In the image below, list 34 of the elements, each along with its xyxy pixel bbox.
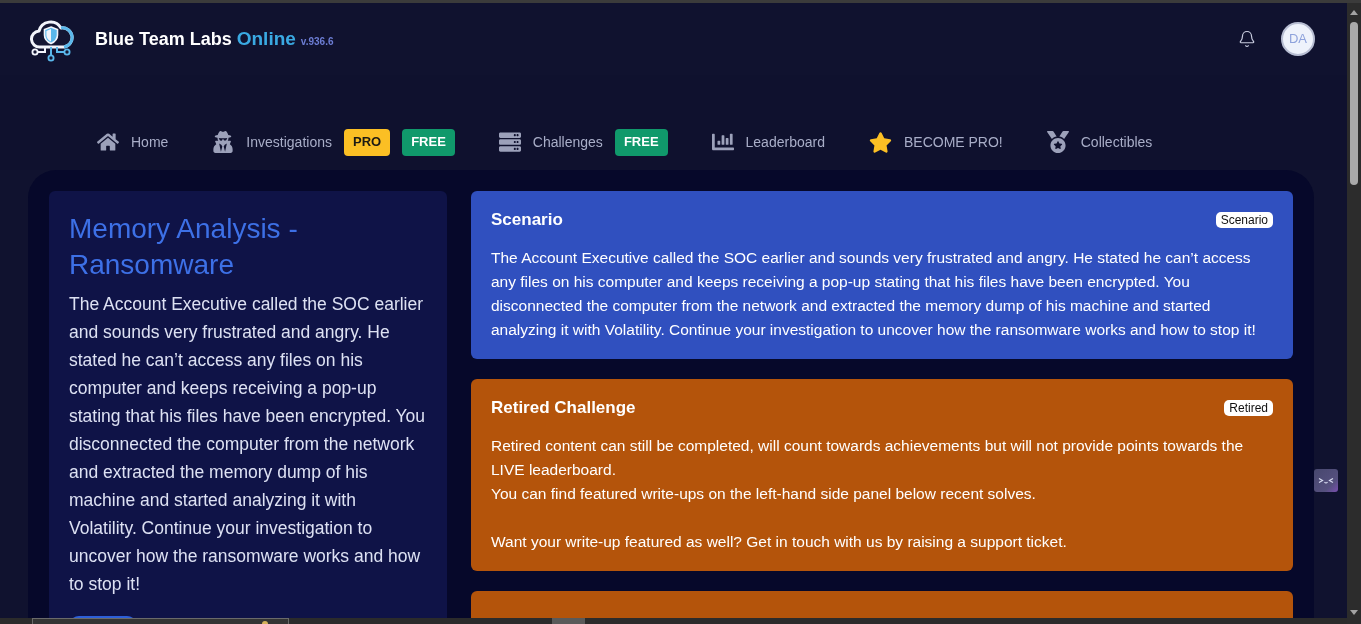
nav-link[interactable]: Home <box>97 131 169 153</box>
notifications-icon[interactable] <box>1238 30 1256 48</box>
version-label: v.936.6 <box>300 34 334 49</box>
nav-link[interactable]: Collectibles <box>1046 131 1153 153</box>
chat-widget-icon[interactable] <box>1314 469 1338 492</box>
nav-link[interactable]: Investigations <box>212 131 332 153</box>
card-tag: Retired <box>1224 400 1273 416</box>
tier-badge: PRO <box>343 128 391 156</box>
nav-link[interactable]: BECOME PRO! <box>868 130 1003 154</box>
medal-icon <box>1046 131 1069 153</box>
challenge-title: Memory Analysis - Ransomware <box>69 212 299 282</box>
home-icon <box>97 131 119 153</box>
scroll-up-icon[interactable] <box>1350 10 1358 15</box>
detective-icon <box>212 131 235 153</box>
scroll-down-icon[interactable] <box>1350 610 1358 615</box>
nav-link[interactable]: Challenges <box>498 131 603 153</box>
nav-link[interactable]: Leaderboard <box>711 131 825 153</box>
bar-chart-icon <box>711 131 734 153</box>
tier-badge: FREE <box>614 128 668 156</box>
server-icon <box>498 131 521 153</box>
tier-badge: FREE <box>402 128 455 156</box>
site-title: Blue Team Labs <box>95 27 232 51</box>
card-text: The Account Executive called the SOC earlier and sounds very frustrated and angry. He stated he can’t access any files on his computer and keeps receiving a pop-up stating that his files have been encrypted. You disconnected the computer from the network and extracted the memory dump of his machine and started analyzing it with Volatility. Continue your investigation to uncover how the ransomware works and how to stop it! <box>491 248 1257 340</box>
card-tag: Scenario <box>1215 212 1273 228</box>
card-text: Retired content can still be completed, will count towards achievements but will not provide points towards the LIVE leaderboard. <box>491 436 1245 480</box>
card-text: You can find featured write-ups on the left-hand side panel below recent solves. <box>491 484 1037 504</box>
star-icon <box>868 130 892 154</box>
card-title: Retired Challenge <box>491 398 636 418</box>
card-title: Scenario <box>491 210 563 230</box>
scrollbar-thumb[interactable] <box>1350 22 1358 185</box>
scrollbar-thumb[interactable] <box>552 618 585 624</box>
site-title-suffix: Online <box>236 26 296 51</box>
card-text: Want your write-up featured as well? Get in touch with us by raising a support ticket. <box>491 532 1068 552</box>
challenge-description: The Account Executive called the SOC earlier and sounds very frustrated and angry. He stated he can’t access any files on his computer and keeps receiving a pop-up stating that his files have been encrypted. You disconnected the computer from the network and extracted the memory dump of his machine and started analyzing it with Volatility. Continue your investigation to uncover how the ransomware works and how to stop it! <box>69 293 427 596</box>
